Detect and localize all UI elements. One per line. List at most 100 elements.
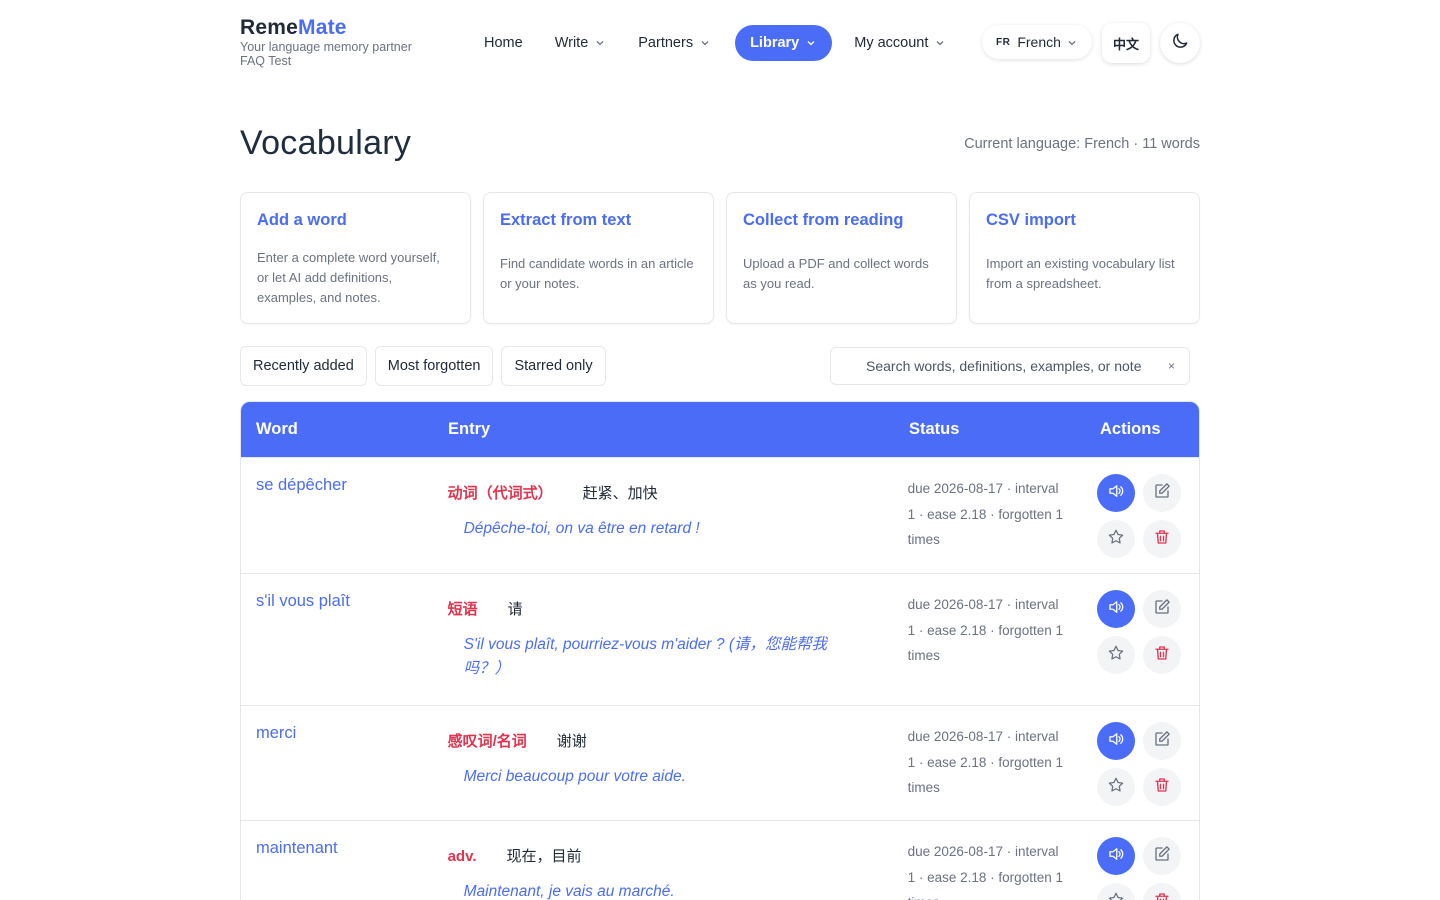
card-desc: Find candidate words in an article or yo…: [500, 256, 694, 291]
play-audio-button[interactable]: [1097, 722, 1136, 760]
column-header-actions: Actions: [1100, 420, 1161, 438]
brand-faq-link[interactable]: FAQ Test: [240, 54, 412, 68]
filter-starred-only-button[interactable]: Starred only: [501, 346, 606, 386]
part-of-speech: 动词（代词式）: [447, 485, 553, 502]
nav-write[interactable]: Write: [541, 25, 621, 61]
star-button[interactable]: [1097, 636, 1136, 674]
trash-icon: [1153, 528, 1171, 551]
card-title: Extract from text: [500, 211, 632, 229]
delete-button[interactable]: [1143, 636, 1182, 674]
play-audio-button[interactable]: [1097, 474, 1136, 512]
card-csv-import[interactable]: CSV import Import an existing vocabulary…: [969, 192, 1200, 324]
star-icon: [1107, 776, 1125, 799]
play-audio-button[interactable]: [1097, 590, 1136, 628]
delete-button[interactable]: [1143, 520, 1182, 558]
page-meta: Current language: French · 11 words: [964, 136, 1200, 152]
part-of-speech: 短语: [447, 601, 478, 618]
table-row: merci 感叹词/名词 谢谢 Merci beaucoup pour votre…: [241, 705, 1199, 820]
trash-icon: [1153, 644, 1171, 667]
chinese-toggle-button[interactable]: 中文: [1102, 23, 1150, 63]
column-header-status: Status: [909, 420, 960, 438]
edit-button[interactable]: [1143, 837, 1182, 875]
nav-home[interactable]: Home: [470, 25, 537, 61]
card-title: Collect from reading: [743, 211, 904, 229]
language-select[interactable]: FR French: [982, 25, 1092, 59]
edit-icon: [1153, 845, 1171, 868]
speaker-icon: [1107, 730, 1125, 753]
example-sentence: S'il vous plaît, pourriez-vous m'aider ?…: [463, 636, 827, 677]
word-link[interactable]: merci: [241, 706, 433, 820]
nav-library[interactable]: Library: [735, 25, 833, 61]
example-sentence: Dépêche-toi, on va être en retard !: [463, 520, 700, 537]
word-link[interactable]: se dépêcher: [241, 458, 433, 573]
actions-cell: [1084, 574, 1199, 705]
edit-icon: [1153, 482, 1171, 505]
brand[interactable]: RemeMate Your language memory partner FA…: [240, 16, 412, 68]
column-header-word: Word: [256, 420, 298, 438]
header: RemeMate Your language memory partner FA…: [240, 0, 1200, 90]
meaning: 谢谢: [556, 733, 587, 750]
speaker-icon: [1107, 598, 1125, 621]
action-cards: Add a word Enter a complete word yoursel…: [240, 192, 1200, 324]
column-header-entry: Entry: [448, 420, 491, 438]
card-add-word[interactable]: Add a word Enter a complete word yoursel…: [240, 192, 471, 324]
edit-button[interactable]: [1143, 590, 1182, 628]
word-link[interactable]: maintenant: [241, 821, 433, 900]
meaning: 请: [507, 601, 523, 618]
table-header: Word Entry Status Actions: [241, 402, 1199, 457]
theme-toggle-button[interactable]: [1160, 23, 1200, 63]
language-label: French: [1017, 34, 1061, 50]
meaning: 赶紧、加快: [582, 485, 658, 502]
nav-partners[interactable]: Partners: [624, 25, 725, 61]
filter-bar: Recently added Most forgotten Starred on…: [240, 346, 606, 386]
filter-recently-added-button[interactable]: Recently added: [240, 346, 367, 386]
vocabulary-table: Word Entry Status Actions se dépêcher 动词…: [240, 401, 1200, 900]
entry-cell: 动词（代词式） 赶紧、加快 Dépêche-toi, on va être en …: [433, 458, 893, 573]
example-sentence: Maintenant, je vais au marché.: [463, 883, 675, 900]
word-link[interactable]: s'il vous plaît: [241, 574, 433, 705]
card-title: CSV import: [986, 211, 1076, 229]
card-extract-text[interactable]: Extract from text Find candidate words i…: [483, 192, 714, 324]
moon-icon: [1170, 31, 1190, 56]
star-button[interactable]: [1097, 768, 1136, 806]
entry-cell: 短语 请 S'il vous plaît, pourriez-vous m'aid…: [433, 574, 893, 705]
status-text: due 2026-08-17 · interval 1 · ease 2.18 …: [907, 481, 1063, 547]
speaker-icon: [1107, 845, 1125, 868]
main-nav: Home Write Partners Library My account: [470, 24, 964, 62]
chevron-down-icon: [699, 37, 711, 49]
trash-icon: [1153, 776, 1171, 799]
search-input[interactable]: [866, 358, 1142, 374]
status-text: due 2026-08-17 · interval 1 · ease 2.18 …: [907, 597, 1063, 663]
card-desc: Upload a PDF and collect words as you re…: [743, 256, 929, 291]
nav-my-account[interactable]: My account: [840, 25, 960, 61]
status-text: due 2026-08-17 · interval 1 · ease 2.18 …: [907, 844, 1063, 900]
delete-button[interactable]: [1143, 883, 1182, 900]
card-title: Add a word: [257, 211, 347, 229]
star-button[interactable]: [1097, 883, 1136, 900]
filter-most-forgotten-button[interactable]: Most forgotten: [374, 346, 494, 386]
card-collect-reading[interactable]: Collect from reading Upload a PDF and co…: [726, 192, 957, 324]
play-audio-button[interactable]: [1097, 837, 1136, 875]
clear-search-icon[interactable]: ×: [1168, 359, 1175, 373]
table-row: se dépêcher 动词（代词式） 赶紧、加快 Dépêche-toi, on…: [241, 457, 1199, 573]
chevron-down-icon: [805, 37, 817, 49]
status-text: due 2026-08-17 · interval 1 · ease 2.18 …: [907, 729, 1063, 795]
trash-icon: [1153, 891, 1171, 900]
speaker-icon: [1107, 482, 1125, 505]
part-of-speech: 感叹词/名词: [447, 733, 527, 750]
part-of-speech: adv.: [447, 848, 477, 865]
search-box: ×: [830, 347, 1190, 385]
brand-name: RemeMate: [240, 16, 347, 39]
edit-button[interactable]: [1143, 722, 1182, 760]
star-icon: [1107, 891, 1125, 900]
entry-cell: 感叹词/名词 谢谢 Merci beaucoup pour votre aide.: [433, 706, 893, 820]
chevron-down-icon: [1066, 36, 1078, 48]
star-button[interactable]: [1097, 520, 1136, 558]
star-icon: [1107, 644, 1125, 667]
delete-button[interactable]: [1143, 768, 1182, 806]
edit-button[interactable]: [1143, 474, 1182, 512]
actions-cell: [1084, 821, 1199, 900]
app-root: RemeMate Your language memory partner FA…: [240, 0, 1200, 900]
card-desc: Import an existing vocabulary list from …: [986, 256, 1175, 291]
card-desc: Enter a complete word yourself, or let A…: [257, 250, 440, 305]
